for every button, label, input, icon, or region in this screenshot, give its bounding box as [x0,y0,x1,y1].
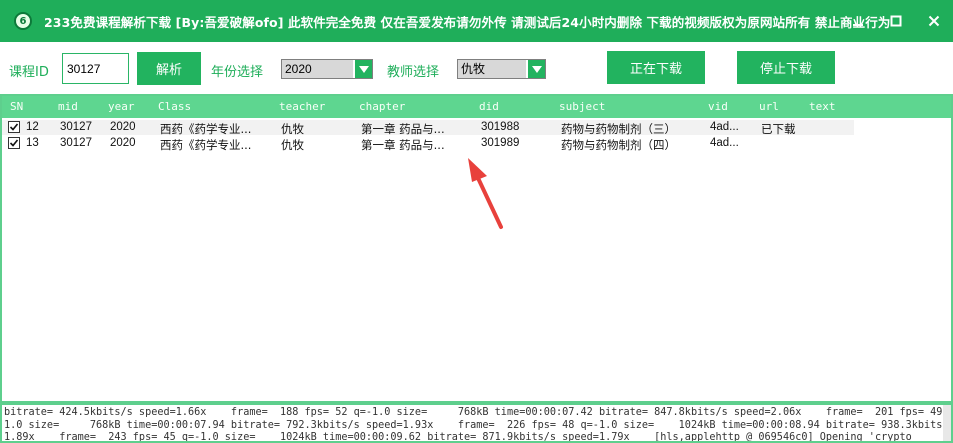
cell-url: 已下载 [761,122,796,136]
course-id-label: 课程ID [9,65,49,80]
column-header-vid[interactable]: vid [708,100,728,113]
teacher-label: 教师选择 [387,65,440,80]
cell-did: 301989 [481,137,520,149]
cell-year: 2020 [110,137,136,149]
column-header-subject[interactable]: subject [559,100,605,113]
teacher-select[interactable]: 仇牧 [457,59,546,79]
column-header-teacher[interactable]: teacher [279,100,325,113]
cell-vid: 4ad... [710,121,739,133]
cell-teacher: 仇牧 [281,122,304,136]
annotation-arrow-icon [468,158,503,229]
cell-chapter: 第一章 药品与... [361,122,445,136]
table-row[interactable]: 13 30127 2020 西药《药学专业... 仇牧 第一章 药品与... 3… [2,136,854,152]
title-bar: 6 233免费课程解析下载 [By:吾爱破解ofo] 此软件完全免费 仅在吾爱发… [0,0,953,42]
cell-subject: 药物与药物制剂（四） [561,138,676,152]
column-header-class[interactable]: Class [158,100,191,113]
log-line: 1.0 size= 768kB time=00:00:07.94 bitrate… [4,419,953,431]
table-row[interactable]: 12 30127 2020 西药《药学专业... 仇牧 第一章 药品与... 3… [2,120,854,136]
log-line: bitrate= 424.5kbits/s speed=1.66x frame=… [4,407,953,418]
maximize-button[interactable] [877,0,915,42]
chevron-down-icon[interactable] [355,60,372,78]
column-header-sn[interactable]: SN [10,100,23,113]
column-header-did[interactable]: did [479,100,499,113]
minimize-button[interactable] [839,0,877,42]
parse-button[interactable]: 解析 [137,52,201,85]
row-checkbox[interactable] [8,137,20,149]
cell-class: 西药《药学专业... [160,138,252,152]
checkmark-icon [9,123,19,131]
toolbar: 课程ID 解析 年份选择 2020 教师选择 仇牧 正在下载 停止下载 [0,42,953,94]
cell-year: 2020 [110,121,136,133]
cell-teacher: 仇牧 [281,138,304,152]
teacher-select-value: 仇牧 [458,60,526,78]
downloading-button[interactable]: 正在下载 [607,51,705,84]
column-header-chapter[interactable]: chapter [359,100,405,113]
cell-chapter: 第一章 药品与... [361,138,445,152]
window-controls [839,0,953,42]
cell-mid: 30127 [60,121,92,133]
column-header-url[interactable]: url [759,100,779,113]
cell-mid: 30127 [60,137,92,149]
column-header-text[interactable]: text [809,100,836,113]
maximize-icon [890,15,902,27]
log-output[interactable]: bitrate= 424.5kbits/s speed=1.66x frame=… [0,403,953,443]
column-header-year[interactable]: year [108,100,135,113]
course-id-input[interactable] [62,53,129,84]
log-scrollbar[interactable] [943,405,951,441]
year-select-value: 2020 [282,60,353,78]
cell-class: 西药《药学专业... [160,122,252,136]
year-label: 年份选择 [211,65,264,80]
cell-sn: 13 [26,137,39,149]
cell-subject: 药物与药物制剂（三） [561,122,676,136]
stop-download-button[interactable]: 停止下载 [737,51,835,84]
minimize-icon [853,24,863,26]
cell-vid: 4ad... [710,137,739,149]
checkmark-icon [9,139,19,147]
app-icon: 6 [14,12,32,30]
year-select[interactable]: 2020 [281,59,373,79]
course-grid[interactable]: SN mid year Class teacher chapter did su… [0,94,953,403]
cell-sn: 12 [26,121,39,133]
window-title: 233免费课程解析下载 [By:吾爱破解ofo] 此软件完全免费 仅在吾爱发布请… [44,14,891,30]
close-button[interactable] [915,0,953,42]
cell-did: 301988 [481,121,520,133]
close-icon [928,15,940,27]
row-checkbox[interactable] [8,121,20,133]
grid-header: SN mid year Class teacher chapter did su… [2,96,951,118]
log-line: 1.89x frame= 243 fps= 45 q=-1.0 size= 10… [4,432,912,443]
chevron-down-icon[interactable] [528,60,545,78]
column-header-mid[interactable]: mid [58,100,78,113]
